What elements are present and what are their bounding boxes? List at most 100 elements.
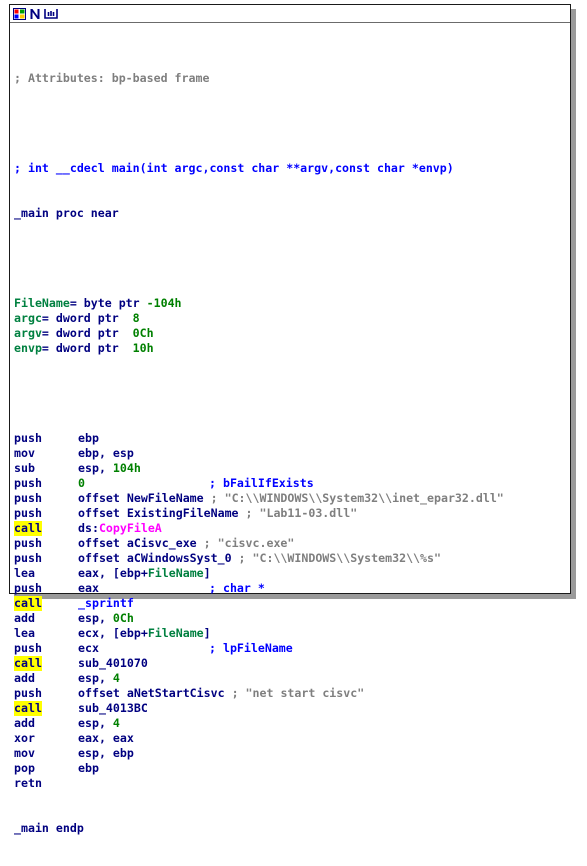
instruction-operand[interactable]: 0 [78,476,209,491]
instruction-mnemonic: push [14,506,42,520]
stack-var-line: FileName= byte ptr -104h [14,296,504,311]
ida-disassembly-window: ; Attributes: bp-based frame ; int __cde… [9,4,571,835]
instruction-operand[interactable]: ebp [78,431,99,446]
instruction-line[interactable]: push offset ExistingFileName ; "Lab11-03.… [14,506,504,521]
stack-var-decl: = dword ptr 0Ch [41,326,154,340]
stack-var-name[interactable]: argv [14,326,42,340]
zoom-icon[interactable] [44,7,58,20]
instruction-line[interactable]: push eax; char * [14,581,504,596]
instruction-operand[interactable]: offset aNetStartCisvc [78,686,225,701]
instruction-operand[interactable]: sub_401070 [78,656,148,671]
graph-view-icon[interactable] [12,7,26,20]
instruction-operand[interactable]: offset aCisvc_exe [78,536,197,551]
instruction-comment: ; "Lab11-03.dll" [245,506,358,520]
instruction-mnemonic: pop [14,761,35,775]
proc-declaration[interactable]: _main proc near [14,206,504,221]
instruction-line[interactable]: mov ebp, esp [14,446,504,461]
instruction-mnemonic: call [14,521,42,536]
instruction-mnemonic: call [14,596,42,611]
instruction-operand[interactable]: ebp [78,761,99,776]
instruction-mnemonic: lea [14,626,35,640]
instruction-line[interactable]: add esp, 0Ch [14,611,504,626]
instruction-operand[interactable]: eax [78,581,209,596]
instruction-operand[interactable]: esp, 4 [78,671,120,686]
stack-var-name[interactable]: FileName [14,296,70,310]
instruction-mnemonic: push [14,476,42,490]
instruction-line[interactable]: push 0; bFailIfExists [14,476,504,491]
instruction-mnemonic: push [14,641,42,655]
endp-declaration[interactable]: _main endp [14,821,504,836]
font-n-icon[interactable] [28,7,42,20]
instruction-operand[interactable]: ds:CopyFileA [78,521,162,536]
instruction-line[interactable]: retn [14,776,504,791]
instruction-line[interactable]: call ds:CopyFileA [14,521,504,536]
instruction-mnemonic: lea [14,566,35,580]
instruction-mnemonic: add [14,671,35,685]
stack-var-decl: = dword ptr 10h [41,341,154,355]
instruction-mnemonic: mov [14,446,35,460]
instruction-line[interactable]: push offset aCisvc_exe ; "cisvc.exe" [14,536,504,551]
instruction-line[interactable]: call _sprintf [14,596,504,611]
stack-var-name[interactable]: envp [14,341,42,355]
instruction-mnemonic: sub [14,461,35,475]
stack-var-name[interactable]: argc [14,311,42,325]
instruction-mnemonic: push [14,491,42,505]
attributes-comment: ; Attributes: bp-based frame [14,71,210,85]
instruction-operand[interactable]: esp, 4 [78,716,120,731]
instruction-mnemonic: call [14,656,42,671]
instruction-operand[interactable]: offset aCWindowsSyst_0 [78,551,232,566]
instruction-comment: ; char * [209,581,265,595]
stack-var-decl: = byte ptr -104h [69,296,182,310]
instruction-line[interactable]: push ecx; lpFileName [14,641,504,656]
instruction-line[interactable]: push offset NewFileName ; "C:\\WINDOWS\\S… [14,491,504,506]
stack-var-decl: = dword ptr 8 [41,311,140,325]
instruction-line[interactable]: call sub_401070 [14,656,504,671]
toolbar-divider [10,22,570,23]
instruction-operand[interactable]: eax, [ebp+FileName] [78,566,211,581]
instruction-mnemonic: push [14,686,42,700]
instruction-line[interactable]: push ebp [14,431,504,446]
graph-toolbar [10,5,570,22]
instruction-comment: ; lpFileName [209,641,293,655]
instruction-comment: ; "C:\\WINDOWS\\System32\\inet_epar32.dl… [210,491,504,505]
instruction-operand[interactable]: offset NewFileName [78,491,204,506]
instruction-line[interactable]: add esp, 4 [14,716,504,731]
instruction-mnemonic: push [14,431,42,445]
instruction-operand[interactable]: esp, ebp [78,746,134,761]
instruction-line[interactable]: xor eax, eax [14,731,504,746]
instruction-line[interactable]: call sub_4013BC [14,701,504,716]
instruction-operand[interactable]: ebp, esp [78,446,134,461]
instruction-mnemonic: add [14,716,35,730]
instruction-line[interactable]: pop ebp [14,761,504,776]
stack-var-line: envp= dword ptr 10h [14,341,504,356]
instruction-operand[interactable]: sub_4013BC [78,701,148,716]
instruction-operand[interactable]: offset ExistingFileName [78,506,239,521]
disassembly-listing[interactable]: ; Attributes: bp-based frame ; int __cde… [14,41,504,866]
instruction-line[interactable]: mov esp, ebp [14,746,504,761]
instruction-line[interactable]: lea ecx, [ebp+FileName] [14,626,504,641]
function-prototype-comment: ; int __cdecl main(int argc,const char *… [14,161,454,175]
instruction-operand[interactable]: esp, 0Ch [78,611,134,626]
instruction-line[interactable]: push offset aNetStartCisvc ; "net start c… [14,686,504,701]
instruction-line[interactable]: sub esp, 104h [14,461,504,476]
instruction-comment: ; "cisvc.exe" [203,536,295,550]
instruction-line[interactable]: add esp, 4 [14,671,504,686]
stack-var-line: argv= dword ptr 0Ch [14,326,504,341]
instruction-line[interactable]: lea eax, [ebp+FileName] [14,566,504,581]
instruction-operand[interactable]: ecx, [ebp+FileName] [78,626,211,641]
instruction-mnemonic: push [14,581,42,595]
instruction-mnemonic: call [14,701,42,716]
instruction-mnemonic: retn [14,776,42,790]
instruction-operand[interactable]: eax, eax [78,731,134,746]
instruction-operand[interactable]: esp, 104h [78,461,141,476]
instruction-mnemonic: add [14,611,35,625]
instruction-line[interactable]: push offset aCWindowsSyst_0 ; "C:\\WINDOW… [14,551,504,566]
instruction-operand[interactable]: ecx [78,641,209,656]
instruction-mnemonic: push [14,536,42,550]
instruction-mnemonic: push [14,551,42,565]
instruction-operand[interactable]: _sprintf [78,596,134,611]
instruction-mnemonic: xor [14,731,35,745]
